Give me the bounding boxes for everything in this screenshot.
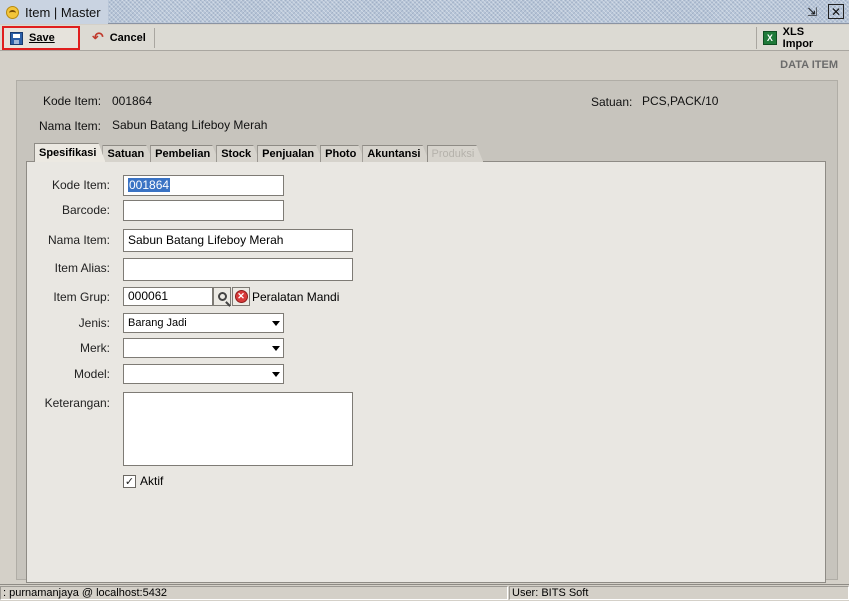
item-grup-clear-button[interactable]: ✕ bbox=[232, 287, 250, 306]
save-button[interactable]: Save bbox=[2, 26, 80, 50]
merk-label: Merk: bbox=[80, 341, 110, 355]
restore-icon[interactable]: ⇲ bbox=[803, 3, 821, 20]
tab-spesifikasi[interactable]: Spesifikasi bbox=[34, 143, 105, 162]
kode-item-field[interactable]: 001864 bbox=[123, 175, 284, 196]
merk-select[interactable] bbox=[123, 338, 284, 358]
item-alias-field[interactable] bbox=[123, 258, 353, 281]
header-kode-item-value: 001864 bbox=[112, 94, 153, 108]
header-satuan-value: PCS,PACK/10 bbox=[642, 94, 719, 108]
item-grup-field[interactable]: 000061 bbox=[123, 287, 213, 306]
window-title: Item | Master bbox=[25, 4, 101, 20]
tab-pembelian[interactable]: Pembelian bbox=[150, 145, 219, 162]
item-grup-name: Peralatan Mandi bbox=[252, 290, 340, 304]
xls-import-button[interactable]: X XLS Impor bbox=[756, 26, 842, 50]
tab-satuan[interactable]: Satuan bbox=[102, 145, 153, 162]
keterangan-textarea[interactable] bbox=[123, 392, 353, 466]
close-icon[interactable]: ✕ bbox=[828, 4, 844, 19]
cancel-button[interactable]: ↶ Cancel bbox=[86, 27, 152, 49]
status-user: User: BITS Soft bbox=[509, 586, 849, 600]
window-title-area: Item | Master bbox=[0, 0, 108, 24]
toolbar: Save ↶ Cancel X XLS Impor bbox=[0, 25, 849, 51]
undo-icon: ↶ bbox=[92, 30, 104, 46]
header-kode-item-label: Kode Item: bbox=[43, 94, 102, 108]
tab-produksi: Produksi bbox=[427, 145, 484, 162]
keterangan-label: Keterangan: bbox=[44, 396, 110, 410]
barcode-label: Barcode: bbox=[61, 203, 110, 217]
item-alias-label: Item Alias: bbox=[54, 261, 110, 275]
tab-photo[interactable]: Photo bbox=[320, 145, 365, 162]
chevron-down-icon bbox=[272, 346, 280, 351]
status-connection: : purnamanjaya @ localhost:5432 bbox=[0, 586, 508, 600]
jenis-select[interactable]: Barang Jadi bbox=[123, 313, 284, 333]
aktif-checkbox[interactable]: ✓ bbox=[123, 475, 136, 488]
jenis-value: Barang Jadi bbox=[128, 317, 187, 329]
kode-item-value: 001864 bbox=[128, 178, 171, 192]
tab-penjualan[interactable]: Penjualan bbox=[257, 145, 323, 162]
save-icon bbox=[10, 31, 23, 45]
jenis-label: Jenis: bbox=[78, 316, 110, 330]
nama-item-label: Nama Item: bbox=[47, 233, 110, 247]
magnifier-icon bbox=[217, 292, 227, 301]
excel-icon: X bbox=[763, 31, 777, 45]
tab-bar: Spesifikasi Satuan Pembelian Stock Penju… bbox=[34, 143, 480, 162]
header-nama-item-value: Sabun Batang Lifeboy Merah bbox=[112, 118, 268, 132]
save-label: Save bbox=[29, 32, 55, 44]
model-label: Model: bbox=[73, 367, 110, 381]
barcode-field[interactable] bbox=[123, 200, 284, 221]
tab-akuntansi[interactable]: Akuntansi bbox=[362, 145, 429, 162]
chevron-down-icon bbox=[272, 372, 280, 377]
header-nama-item-label: Nama Item: bbox=[39, 119, 102, 133]
xls-label: XLS Impor bbox=[782, 26, 814, 50]
header-satuan-label: Satuan: bbox=[591, 95, 633, 109]
tab-stock[interactable]: Stock bbox=[216, 145, 260, 162]
model-select[interactable] bbox=[123, 364, 284, 384]
aktif-label: Aktif bbox=[140, 474, 164, 488]
toolbar-separator bbox=[154, 28, 155, 48]
cancel-label: Cancel bbox=[109, 32, 146, 44]
status-bar: : purnamanjaya @ localhost:5432 User: BI… bbox=[0, 584, 849, 601]
nama-item-field[interactable]: Sabun Batang Lifeboy Merah bbox=[123, 229, 353, 252]
chevron-down-icon bbox=[272, 321, 280, 326]
item-grup-label: Item Grup: bbox=[53, 290, 110, 304]
item-grup-search-button[interactable] bbox=[213, 287, 231, 306]
app-icon bbox=[6, 5, 19, 19]
title-bar: Item | Master ⇲ ✕ bbox=[0, 0, 849, 24]
section-label: DATA ITEM bbox=[780, 59, 838, 71]
clear-icon: ✕ bbox=[234, 290, 248, 303]
kode-item-label: Kode Item: bbox=[51, 178, 110, 192]
